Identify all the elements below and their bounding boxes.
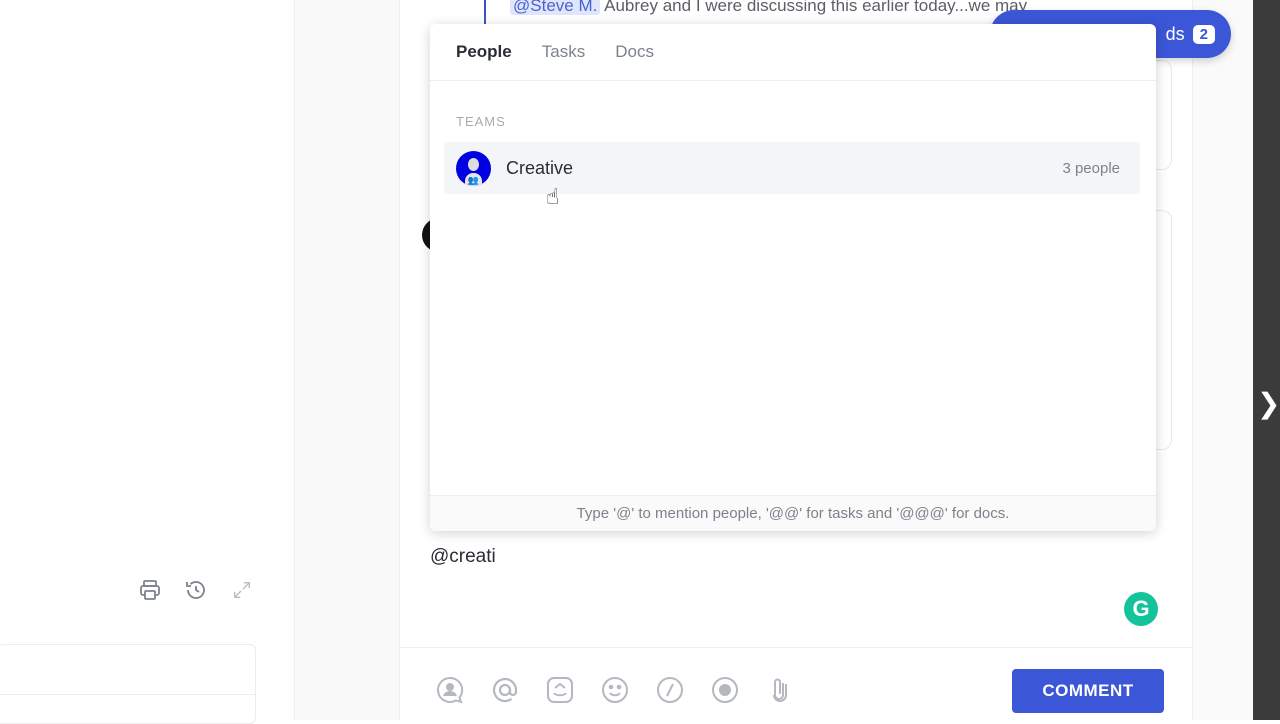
- chevron-right-icon[interactable]: ❯: [1257, 388, 1280, 420]
- task-details-pane: [0, 0, 294, 724]
- attachment-icon[interactable]: [764, 674, 796, 706]
- composer-divider: [400, 647, 1193, 648]
- clickup-icon[interactable]: [544, 674, 576, 706]
- threads-count-badge: 2: [1192, 24, 1215, 44]
- section-label-teams: TEAMS: [456, 114, 506, 129]
- thread-connector: [484, 0, 486, 26]
- tab-docs[interactable]: Docs: [615, 42, 654, 62]
- card-divider: [0, 694, 255, 695]
- comment-text-line-1: Aubrey and I were discussing this earlie…: [604, 0, 1028, 15]
- grammarly-icon[interactable]: G: [1124, 592, 1158, 626]
- threads-label: ds: [1165, 23, 1185, 44]
- history-icon[interactable]: [184, 578, 208, 602]
- tab-tasks[interactable]: Tasks: [542, 42, 585, 62]
- team-name: Creative: [506, 157, 574, 178]
- assign-comment-icon[interactable]: [434, 674, 466, 706]
- comment-input[interactable]: @creati: [430, 546, 496, 568]
- mention-popup: People Tasks Docs TEAMS 👥 Creative 3 peo…: [430, 24, 1156, 531]
- emoji-icon[interactable]: [599, 674, 631, 706]
- tab-people[interactable]: People: [456, 42, 512, 62]
- team-member-count: 3 people: [1062, 159, 1120, 177]
- slash-command-icon[interactable]: [654, 674, 686, 706]
- avatar-head: [468, 157, 479, 171]
- comment-submit-button[interactable]: COMMENT: [1012, 669, 1164, 713]
- task-field-card: [0, 644, 256, 724]
- mention-icon[interactable]: [489, 674, 521, 706]
- team-result-creative[interactable]: 👥 Creative 3 people: [444, 142, 1140, 194]
- mention-tabs: People Tasks Docs: [430, 24, 1156, 81]
- team-avatar: 👥: [456, 150, 491, 186]
- right-gutter: [1193, 0, 1253, 720]
- task-toolbar: [138, 578, 254, 602]
- mention-hint: Type '@' to mention people, '@@' for tas…: [430, 495, 1156, 531]
- side-rail: ❯: [1253, 0, 1280, 720]
- team-icon: 👥: [465, 172, 482, 186]
- expand-icon[interactable]: [230, 578, 254, 602]
- mention-chip[interactable]: @Steve M.: [510, 0, 601, 15]
- pane-gutter: [294, 0, 400, 720]
- print-icon[interactable]: [138, 578, 162, 602]
- record-icon[interactable]: [709, 674, 741, 706]
- composer-toolbar: [434, 674, 796, 706]
